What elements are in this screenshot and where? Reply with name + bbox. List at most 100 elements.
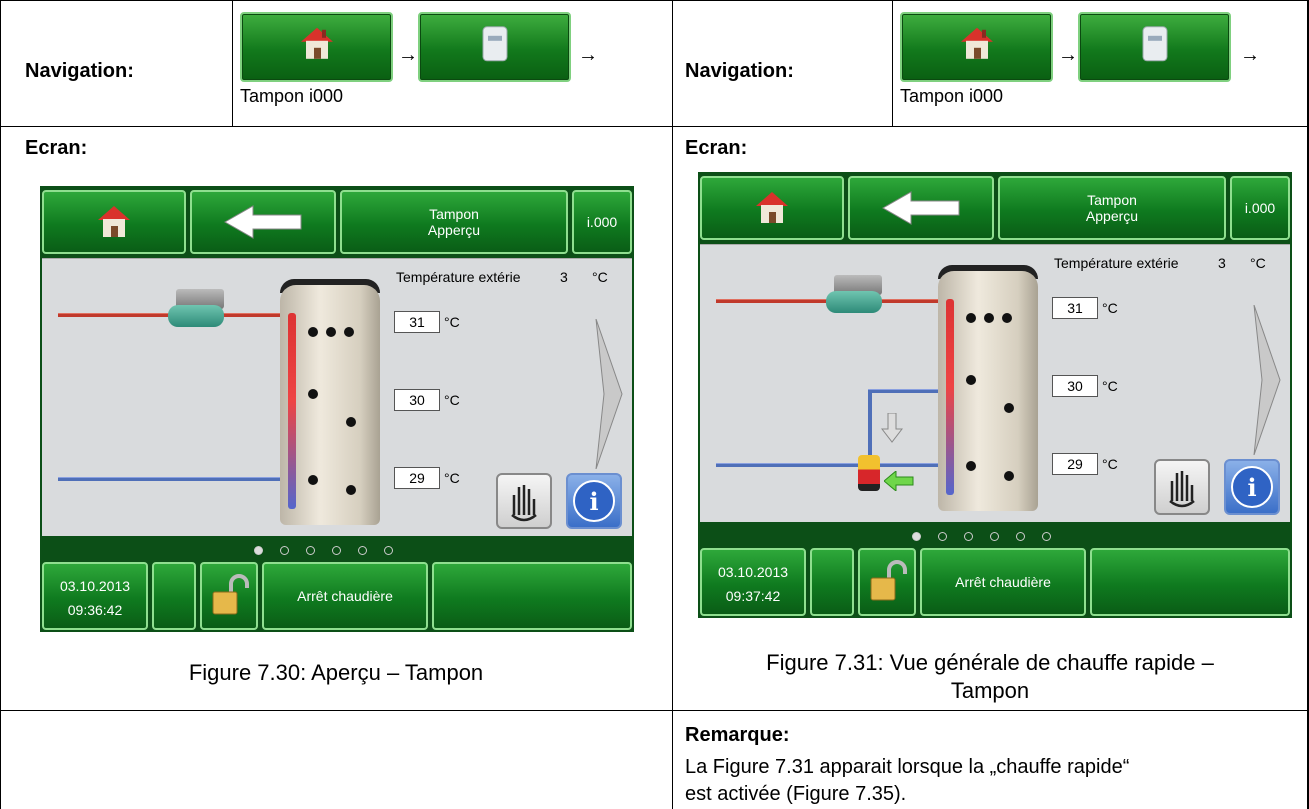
tank-port [984,313,994,323]
info-icon: i [1231,466,1273,508]
table-row-divider-2 [0,710,1309,711]
lock-button[interactable] [200,562,258,630]
padlock-open-icon [870,560,907,601]
home-nav-button [240,12,393,82]
next-page-chevron-icon[interactable] [594,319,624,469]
remark-title: Remarque: [685,724,790,746]
time-value: 09:36:42 [67,602,123,618]
info-button[interactable]: i [566,473,622,529]
tank-temp-middle: 30 [394,389,440,411]
temp-unit: °C [1102,378,1118,394]
left-arrow-icon [884,471,914,491]
table-border-top [0,0,1309,1]
tank-temp-top: 31 [1052,297,1098,319]
next-page-chevron-icon[interactable] [1252,305,1282,455]
tank-temp-middle: 30 [1052,375,1098,397]
page-indicator-dot [358,546,367,555]
screen-back-button[interactable] [190,190,336,254]
buffer-nav-button-2 [1078,12,1231,82]
info-button[interactable]: i [1224,459,1280,515]
tank-port [308,389,318,399]
screen-title-button: Tampon Apperçu [998,176,1226,240]
screen-main-panel: Température extérie 3 °C 31 °C 30 °C 29 … [700,244,1290,522]
nav-arrow-3: → [1058,44,1078,66]
screen-back-button[interactable] [848,176,994,240]
outdoor-temp-label: Température extérie [1054,255,1179,271]
remark-line-2: est activée (Figure 7.35). [685,783,907,805]
mixing-valve [858,455,880,491]
tank-temperature-gradient [288,313,296,509]
screen-blank-button [810,548,854,616]
lock-button[interactable] [858,548,916,616]
circulation-pump [826,291,882,313]
page-indicator-dot [1042,532,1051,541]
nav-arrow-2: → [578,44,598,66]
temp-unit: °C [1102,456,1118,472]
screen-home-button[interactable] [42,190,186,254]
screen-main-panel: Température extérie 3 °C 31 °C 30 °C 29 … [42,258,632,536]
home-icon [960,27,993,59]
page-indicator-dot [938,532,947,541]
nav-arrow-1: → [398,44,418,66]
info-icon: i [573,480,615,522]
temp-unit: °C [444,392,460,408]
tank-port [344,327,354,337]
padlock-open-icon [212,574,249,615]
home-icon [98,206,130,237]
navigation-label: Navigation: [25,60,134,82]
outdoor-temp-unit: °C [1250,255,1266,271]
outdoor-temp-label: Température extérie [396,269,521,285]
date-value: 03.10.2013 [59,578,131,594]
page-indicator-dot [1016,532,1025,541]
temp-unit: °C [444,314,460,330]
table-divider-nav-left [232,0,233,126]
temp-unit: °C [1102,300,1118,316]
screen-label-left: Ecran: [25,137,88,159]
navigation-label-2: Navigation: [685,60,794,82]
screen-mockup-overview: Tampon Apperçu i.000 Température extérie… [40,186,634,632]
outdoor-temp-value: 3 [560,269,568,285]
screen-code-button: i.000 [572,190,632,254]
down-arrow-icon [880,413,904,443]
tank-port [966,375,976,385]
bypass-pipe-vertical [868,389,872,465]
screen-blank-button [152,562,196,630]
date-value: 03.10.2013 [717,564,789,580]
tank-port [1004,471,1014,481]
tank-temp-bottom: 29 [394,467,440,489]
screen-label-right: Ecran: [685,137,748,159]
screen-title-button: Tampon Apperçu [340,190,568,254]
back-arrow-icon [881,191,960,225]
figure-caption-right-line2: Tampon [950,678,1030,703]
circulation-pump [168,305,224,327]
tank-port [966,461,976,471]
tank-temp-bottom: 29 [1052,453,1098,475]
manual-mode-button[interactable] [1154,459,1210,515]
cold-pipe [716,463,942,467]
nav-target-2: Tampon i000 [900,86,1004,106]
screen-empty-button [432,562,632,630]
tank-port [346,417,356,427]
screen-title-line1: Tampon [1087,192,1137,208]
nav-target: Tampon i000 [240,86,344,106]
page-indicator-dot [254,546,263,555]
figure-caption-right-line1: Figure 7.31: Vue générale de chauffe rap… [766,650,1214,675]
svg-text:i: i [589,487,598,516]
boiler-status: Arrêt chaudière [262,562,428,630]
time-value: 09:37:42 [725,588,781,604]
tank-port [1002,313,1012,323]
tank-port [1004,403,1014,413]
cold-pipe [58,477,284,481]
outdoor-temp-value: 3 [1218,255,1226,271]
screen-home-button[interactable] [700,176,844,240]
bypass-pipe-top [868,389,942,393]
datetime-display: 03.10.2013 09:36:42 [42,562,148,630]
screen-title-line2: Apperçu [427,222,481,238]
page-indicator-dot [332,546,341,555]
nav-arrow-4: → [1240,44,1260,66]
home-icon [756,192,788,223]
buffer-nav-button [418,12,571,82]
manual-mode-button[interactable] [496,473,552,529]
tank-port [308,327,318,337]
tank-port [308,475,318,485]
